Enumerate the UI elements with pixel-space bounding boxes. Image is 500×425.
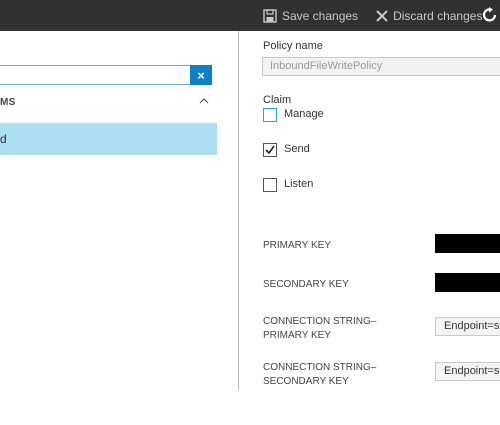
items-section-header[interactable]: MS (0, 97, 16, 108)
connection-string-primary-field[interactable]: Endpoint=s (435, 317, 500, 336)
clear-icon: × (197, 67, 205, 83)
toolbar: Save changes Discard changes (263, 0, 500, 31)
manage-label: Manage (284, 108, 324, 120)
primary-key-label: PRIMARY KEY (263, 240, 331, 251)
chevron-up-icon[interactable] (198, 95, 210, 107)
search-input[interactable] (0, 65, 190, 85)
connection-string-secondary-label-line1: CONNECTION STRING– (263, 362, 377, 373)
send-checkbox[interactable] (263, 143, 277, 157)
connection-string-primary-label-line2: PRIMARY KEY (263, 330, 331, 341)
primary-key-field[interactable] (435, 234, 500, 253)
manage-checkbox[interactable] (263, 108, 277, 122)
save-label: Save changes (282, 8, 359, 23)
checkmark-icon (265, 145, 275, 155)
secondary-key-field[interactable] (435, 273, 500, 292)
refresh-icon[interactable] (482, 6, 498, 24)
discard-label: Discard changes (393, 8, 483, 23)
policy-name-field[interactable]: InboundFileWritePolicy (262, 57, 500, 76)
connection-string-secondary-label-line2: SECONDARY KEY (263, 376, 349, 387)
command-bar: Save changes Discard changes (0, 0, 500, 31)
connection-string-primary-label-line1: CONNECTION STRING– (263, 316, 377, 327)
discard-button[interactable]: Discard changes (376, 9, 482, 23)
save-button[interactable]: Save changes (263, 9, 358, 23)
policy-name-label: Policy name (263, 40, 323, 52)
list-item-label: d (0, 132, 7, 146)
save-icon (263, 8, 277, 23)
listen-checkbox[interactable] (263, 178, 277, 192)
close-icon (376, 9, 388, 22)
listen-label: Listen (284, 178, 314, 190)
list-item-selected[interactable]: d (0, 123, 217, 155)
claim-label: Claim (263, 94, 292, 106)
connection-string-primary-label: CONNECTION STRING– PRIMARY KEY (263, 315, 376, 343)
send-label: Send (284, 143, 310, 155)
secondary-key-label: SECONDARY KEY (263, 279, 349, 290)
connection-string-secondary-label: CONNECTION STRING– SECONDARY KEY (263, 361, 376, 389)
search-clear-button[interactable]: × (190, 65, 212, 85)
connection-string-secondary-field[interactable]: Endpoint=s (435, 362, 500, 381)
panel-divider (238, 31, 239, 390)
